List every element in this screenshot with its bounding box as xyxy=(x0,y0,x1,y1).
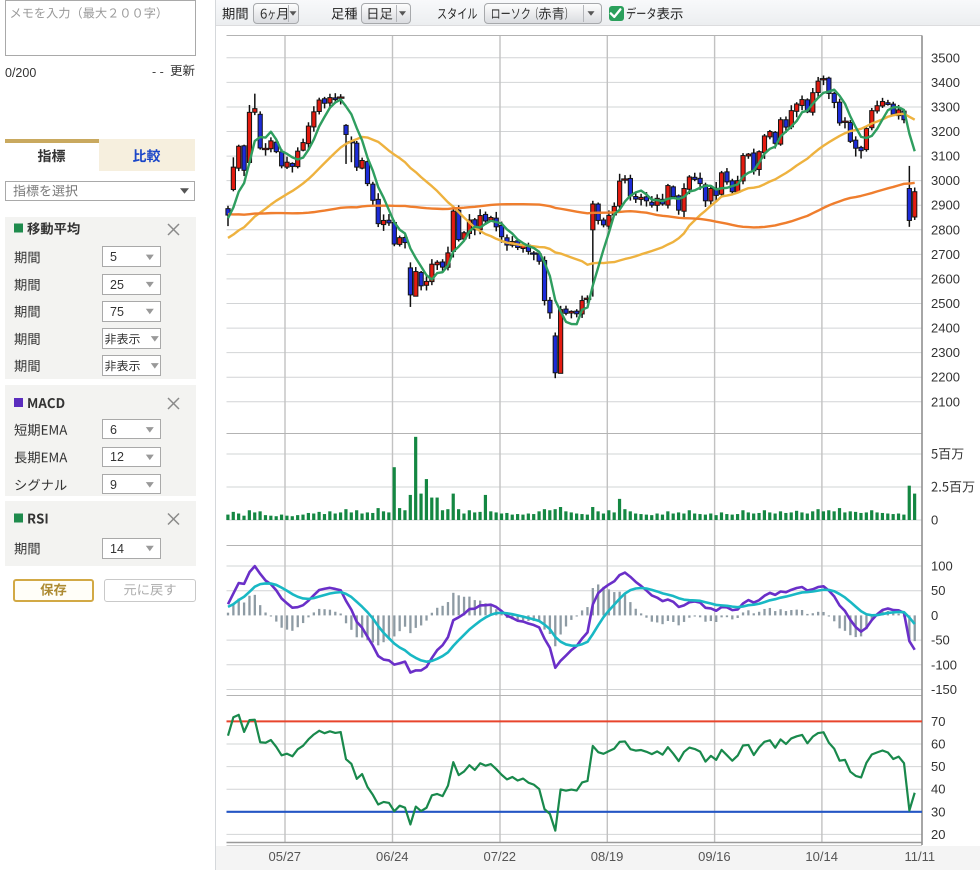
svg-text:07/22: 07/22 xyxy=(484,849,517,864)
svg-text:3000: 3000 xyxy=(931,173,960,188)
svg-text:2700: 2700 xyxy=(931,247,960,262)
svg-text:08/19: 08/19 xyxy=(591,849,624,864)
svg-text:3200: 3200 xyxy=(931,124,960,139)
svg-text:2800: 2800 xyxy=(931,222,960,237)
svg-text:3300: 3300 xyxy=(931,99,960,114)
svg-text:60: 60 xyxy=(931,737,945,752)
svg-text:50: 50 xyxy=(931,759,945,774)
svg-text:10/14: 10/14 xyxy=(805,849,838,864)
svg-text:06/24: 06/24 xyxy=(376,849,409,864)
svg-text:70: 70 xyxy=(931,714,945,729)
svg-text:-100: -100 xyxy=(931,657,957,672)
svg-text:40: 40 xyxy=(931,782,945,797)
svg-text:2500: 2500 xyxy=(931,296,960,311)
svg-text:20: 20 xyxy=(931,827,945,842)
svg-text:2200: 2200 xyxy=(931,370,960,385)
svg-text:2900: 2900 xyxy=(931,198,960,213)
svg-text:05/27: 05/27 xyxy=(269,849,302,864)
svg-text:2400: 2400 xyxy=(931,321,960,336)
svg-text:3100: 3100 xyxy=(931,149,960,164)
svg-text:100: 100 xyxy=(931,559,953,574)
svg-text:0: 0 xyxy=(931,608,938,623)
svg-text:-150: -150 xyxy=(931,682,957,697)
svg-text:50: 50 xyxy=(931,583,945,598)
svg-text:09/16: 09/16 xyxy=(698,849,731,864)
svg-text:30: 30 xyxy=(931,804,945,819)
svg-text:2600: 2600 xyxy=(931,271,960,286)
svg-text:-50: -50 xyxy=(931,633,950,648)
svg-text:2100: 2100 xyxy=(931,394,960,409)
svg-text:3500: 3500 xyxy=(931,50,960,65)
svg-text:3400: 3400 xyxy=(931,75,960,90)
svg-text:11/11: 11/11 xyxy=(905,849,936,864)
svg-text:2300: 2300 xyxy=(931,345,960,360)
svg-text:0: 0 xyxy=(931,513,938,528)
